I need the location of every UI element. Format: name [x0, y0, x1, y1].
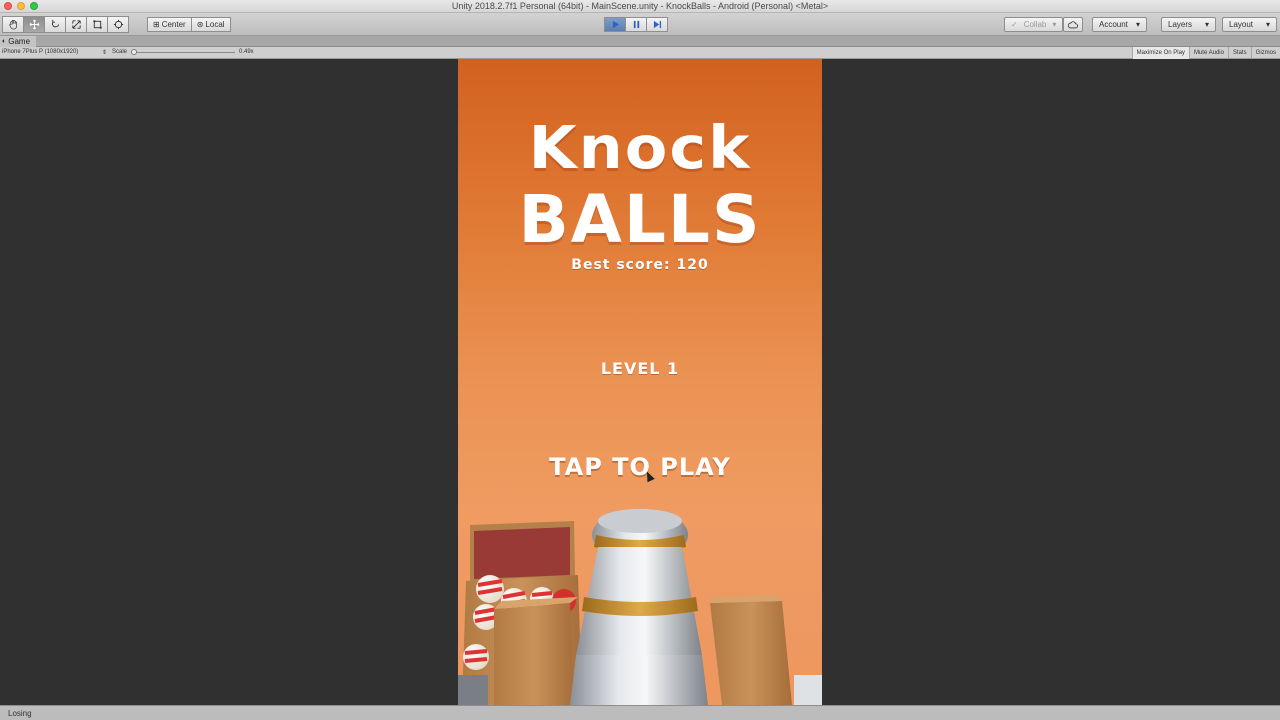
hand-icon [8, 19, 17, 30]
game-screen[interactable]: Knock BALLS Best score: 120 LEVEL 1 TAP … [458, 59, 822, 705]
pivot-icon: ⊞ [153, 20, 160, 29]
layers-dropdown[interactable]: Layers ▾ [1161, 17, 1216, 32]
chevron-updown-icon: ⇕ [102, 50, 108, 56]
cloud-icon [1068, 20, 1078, 28]
pivot-center-label: Center [161, 20, 186, 29]
layout-label: Layout [1229, 20, 1254, 29]
gizmos-dropdown[interactable]: Gizmos [1250, 47, 1280, 59]
cannon [570, 509, 708, 705]
best-score: Best score: 120 [571, 257, 709, 273]
move-tool-button[interactable] [23, 16, 45, 33]
tap-to-play-button[interactable]: TAP TO PLAY [458, 453, 822, 481]
rect-icon [92, 20, 102, 29]
transform-icon [113, 19, 123, 30]
maximize-on-play-toggle[interactable]: Maximize On Play [1131, 47, 1189, 59]
chevron-down-icon: ▾ [1204, 20, 1209, 29]
scale-label: Scale [112, 49, 128, 55]
window-title: Unity 2018.2.7f1 Personal (64bit) - Main… [451, 1, 829, 11]
tab-game-label: Game [8, 37, 31, 46]
local-icon: ⊛ [196, 20, 204, 29]
mute-audio-toggle[interactable]: Mute Audio [1188, 47, 1228, 59]
pivot-controls: ⊞ Center ⊛ Local [147, 17, 231, 32]
status-message: Losing [8, 709, 32, 718]
game-controller-icon: ◐ [2, 38, 7, 45]
collab-check-icon: ✓ [1011, 20, 1018, 29]
pause-icon [633, 20, 639, 29]
tab-game[interactable]: ◐ Game [0, 36, 37, 47]
step-button[interactable] [646, 17, 668, 32]
layout-dropdown[interactable]: Layout ▾ [1222, 17, 1277, 32]
rotate-icon [51, 19, 59, 28]
collab-label: Collab [1023, 20, 1047, 29]
cloud-group [1063, 17, 1083, 32]
right-rail [794, 675, 822, 705]
resolution-dropdown[interactable]: iPhone 7Plus P (1080x1920) [2, 49, 78, 55]
chevron-down-icon: ▾ [1052, 20, 1057, 29]
cloud-button[interactable] [1063, 17, 1083, 32]
scale-icon [71, 20, 81, 29]
collab-group: ✓ Collab ▾ [1004, 17, 1064, 32]
chevron-down-icon: ▾ [1135, 20, 1140, 29]
chevron-down-icon: ▾ [1265, 20, 1270, 29]
rect-tool-button[interactable] [86, 16, 108, 33]
pause-button[interactable] [625, 17, 647, 32]
game-title-line1: Knock [528, 112, 752, 183]
scale-slider-handle[interactable] [131, 49, 137, 55]
unity-toolbar: ⊞ Center ⊛ Local ✓ Collab ▾ Account ▾ La… [0, 13, 1280, 36]
left-rail [458, 675, 488, 705]
level-label: LEVEL 1 [600, 359, 680, 378]
account-dropdown[interactable]: Account ▾ [1092, 17, 1147, 32]
play-icon [612, 20, 619, 29]
scale-tool-button[interactable] [65, 16, 87, 33]
game-title-line2: BALLS [518, 181, 762, 258]
layers-label: Layers [1168, 20, 1193, 29]
window-titlebar: Unity 2018.2.7f1 Personal (64bit) - Main… [0, 0, 1280, 13]
layout-group: Layout ▾ [1222, 17, 1277, 32]
layers-group: Layers ▾ [1161, 17, 1216, 32]
transform-tool-button[interactable] [107, 16, 129, 33]
step-icon [653, 20, 661, 29]
collab-dropdown[interactable]: ✓ Collab ▾ [1004, 17, 1064, 32]
stats-toggle[interactable]: Stats [1227, 47, 1251, 59]
game-scene [458, 509, 822, 705]
play-button[interactable] [604, 17, 626, 32]
transform-tools [2, 16, 129, 33]
status-bar: Losing [0, 705, 1280, 720]
pivot-local-label: Local [205, 20, 225, 29]
scale-value: 0.49x [239, 49, 254, 55]
account-group: Account ▾ [1092, 17, 1147, 32]
move-arrows-icon [29, 19, 39, 30]
game-tab-bar: ◐ Game [0, 36, 1280, 47]
rotate-tool-button[interactable] [44, 16, 66, 33]
game-view-toggles: Maximize On Play Mute Audio Stats Gizmos [1131, 47, 1280, 59]
scale-slider-track[interactable] [133, 52, 235, 53]
play-controls [604, 17, 668, 32]
account-label: Account [1099, 20, 1128, 29]
hand-tool-button[interactable] [2, 16, 24, 33]
game-view-controls: iPhone 7Plus P (1080x1920) ⇕ Scale 0.49x… [0, 47, 1280, 59]
pivot-local-button[interactable]: ⊛ Local [190, 17, 231, 32]
pivot-center-button[interactable]: ⊞ Center [147, 17, 192, 32]
